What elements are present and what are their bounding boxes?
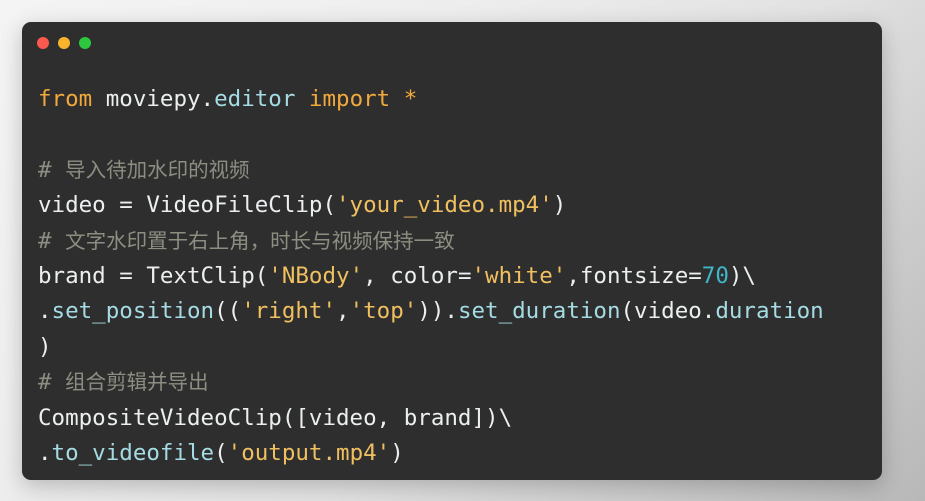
code-token: 'right' (241, 298, 337, 325)
code-token: 文字水印置于右上角，时长与视频保持一致 (65, 228, 455, 253)
code-token: CompositeVideoClip([video, brand])\ (38, 404, 513, 431)
code-line: # 组合剪辑并导出 (38, 365, 882, 400)
code-line: ) (38, 330, 882, 365)
code-token: 'output.mp4' (227, 439, 391, 466)
code-token: moviepy. (105, 86, 215, 112)
code-token: . (38, 298, 52, 325)
code-token: )\ (728, 262, 756, 289)
code-token: , color= (363, 262, 472, 289)
code-token: ,fontsize= (566, 262, 702, 289)
code-token: ) (38, 333, 52, 360)
code-token: 'NBody' (268, 262, 364, 289)
code-token: import (295, 86, 404, 112)
code-token: from (38, 86, 106, 112)
code-token: (video. (620, 298, 716, 325)
code-line: # 文字水印置于右上角，时长与视频保持一致 (38, 224, 882, 259)
code-token: duration (715, 298, 824, 325)
code-token: 'your_video.mp4' (336, 192, 553, 219)
code-token: set_position (51, 298, 215, 325)
code-token: 'top' (349, 298, 418, 325)
code-line: CompositeVideoClip([video, brand])\ (38, 401, 882, 436)
screenshot-root: from moviepy.editor import * # 导入待加水印的视频… (0, 0, 925, 501)
code-token: # (38, 227, 66, 254)
code-token: * (403, 86, 418, 112)
code-line: video = VideoFileClip('your_video.mp4') (38, 188, 882, 223)
code-token: to_videofile (51, 439, 215, 466)
code-token: 导入待加水印的视频 (65, 157, 250, 182)
close-button[interactable] (37, 37, 49, 49)
code-line: .set_position(('right','top')).set_durat… (38, 294, 882, 329)
code-line (38, 117, 882, 152)
code-block[interactable]: from moviepy.editor import * # 导入待加水印的视频… (22, 64, 882, 471)
window-titlebar (22, 22, 882, 64)
code-token: 组合剪辑并导出 (65, 370, 209, 395)
code-line: from moviepy.editor import * (38, 82, 882, 117)
code-line: # 导入待加水印的视频 (38, 153, 882, 188)
code-token: video = VideoFileClip( (38, 192, 337, 219)
code-token: 'white' (471, 262, 567, 289)
code-token: , (336, 298, 350, 325)
code-token: . (38, 439, 52, 466)
code-token: editor (214, 86, 296, 112)
code-token: (( (214, 298, 242, 325)
code-token: brand = TextClip( (38, 262, 269, 289)
code-token: ( (214, 439, 228, 466)
code-token: # (38, 156, 66, 183)
code-line: brand = TextClip('NBody', color='white',… (38, 259, 882, 294)
minimize-button[interactable] (58, 37, 70, 49)
code-token: ) (390, 439, 404, 466)
code-token: # (38, 369, 66, 396)
code-token: )). (417, 298, 458, 325)
code-token: set_duration (457, 298, 621, 325)
code-line: .to_videofile('output.mp4') (38, 436, 882, 471)
code-snippet-card: from moviepy.editor import * # 导入待加水印的视频… (22, 22, 882, 480)
code-token: 70 (701, 262, 729, 289)
code-token: ) (552, 192, 567, 219)
maximize-button[interactable] (79, 37, 91, 49)
